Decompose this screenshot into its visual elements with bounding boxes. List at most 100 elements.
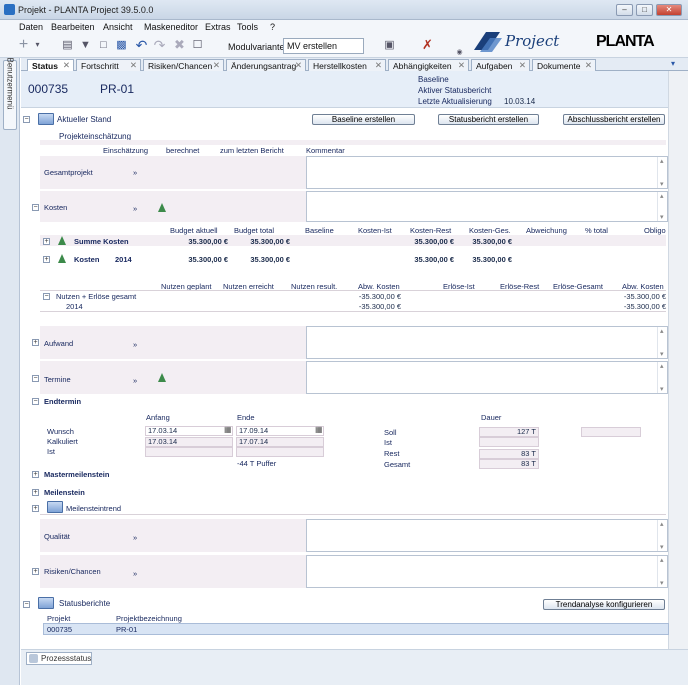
- dates-comment-field[interactable]: [306, 361, 668, 394]
- actual-start-field: [145, 447, 233, 457]
- menu-daten[interactable]: Daten: [19, 22, 43, 32]
- risks-comment-field[interactable]: [306, 555, 668, 588]
- collapse-benefit-icon[interactable]: −: [43, 293, 50, 300]
- tab-herstellkosten[interactable]: Herstellkosten ✕: [308, 59, 386, 71]
- module-variant-label: Modulvariante:: [228, 42, 288, 52]
- collapse-current-icon[interactable]: −: [23, 116, 30, 123]
- benefit-divider-bottom: [40, 311, 666, 312]
- costs-arrow[interactable]: »: [133, 204, 137, 213]
- expand-costs-icon[interactable]: +: [43, 256, 50, 263]
- col-project-name: Projektbezeichnung: [116, 614, 182, 623]
- tab-status[interactable]: Status ✕: [27, 59, 74, 71]
- risks-title: Risiken/Chancen: [44, 567, 101, 576]
- menu-extras[interactable]: Extras: [205, 22, 231, 32]
- create-baseline-button[interactable]: Baseline erstellen: [312, 114, 415, 125]
- collapse-enddate-icon[interactable]: −: [32, 398, 39, 405]
- comment-scroll[interactable]: [657, 362, 667, 393]
- col-duration: Dauer: [481, 413, 502, 422]
- window-title: Projekt - PLANTA Project 39.5.0.0: [18, 5, 154, 15]
- menu-help[interactable]: ?: [270, 22, 275, 32]
- add-icon[interactable]: +: [16, 37, 31, 53]
- preview-icon[interactable]: ☐: [190, 38, 205, 52]
- tab-label: Änderungsantrag: [231, 61, 297, 71]
- expand-trend-icon[interactable]: +: [32, 505, 39, 512]
- module-variant-input[interactable]: MV erstellen: [283, 38, 364, 54]
- configure-trend-button[interactable]: Trendanalyse konfigurieren: [543, 599, 665, 610]
- col-deviation: Abweichung: [526, 226, 567, 235]
- expand-effort-icon[interactable]: +: [32, 339, 39, 346]
- tab-label: Status: [32, 61, 58, 71]
- quality-arrow[interactable]: »: [133, 533, 137, 542]
- collapse-costs-icon[interactable]: −: [32, 204, 39, 211]
- new-doc-icon[interactable]: □: [96, 38, 111, 52]
- print-icon[interactable]: ▩: [114, 38, 129, 52]
- comment-scroll[interactable]: [657, 520, 667, 551]
- comment-scroll[interactable]: [657, 556, 667, 587]
- calendar-icon[interactable]: ▦: [315, 425, 323, 434]
- effort-arrow[interactable]: »: [133, 340, 137, 349]
- close-tab-icon[interactable]: ✕: [213, 60, 220, 71]
- close-tab-icon[interactable]: ✕: [458, 60, 465, 71]
- comment-scroll[interactable]: [657, 192, 667, 221]
- wish-end-field[interactable]: 17.09.14: [236, 426, 324, 436]
- wish-start-field[interactable]: 17.03.14: [145, 426, 233, 436]
- tab-abhaengigkeiten[interactable]: Abhängigkeiten ✕: [388, 59, 469, 71]
- expand-milestone-icon[interactable]: +: [32, 489, 39, 496]
- calendar-icon[interactable]: ▦: [224, 425, 232, 434]
- minimize-button[interactable]: –: [616, 4, 633, 16]
- collapse-dates-icon[interactable]: −: [32, 375, 39, 382]
- expand-master-milestone-icon[interactable]: +: [32, 471, 39, 478]
- close-tab-icon[interactable]: ✕: [375, 60, 382, 71]
- menu-maskeneditor[interactable]: Maskeneditor: [144, 22, 198, 32]
- tab-label: Herstellkosten: [313, 61, 367, 71]
- window-icon[interactable]: ▣: [382, 38, 397, 52]
- create-status-report-button[interactable]: Statusbericht erstellen: [438, 114, 539, 125]
- total-value: 83 T: [479, 459, 539, 469]
- close-tab-icon[interactable]: ✕: [585, 60, 592, 71]
- calculated-start-field: 17.03.14: [145, 437, 233, 447]
- close-tab-icon[interactable]: ✕: [130, 60, 137, 71]
- dropdown-arrow-icon[interactable]: ▾: [30, 38, 45, 52]
- expand-risks-icon[interactable]: +: [32, 568, 39, 575]
- benefit-divider: [40, 290, 666, 291]
- save-icon[interactable]: ▤: [60, 38, 75, 52]
- maximize-button[interactable]: □: [636, 4, 653, 16]
- delete-icon[interactable]: ✖: [172, 38, 187, 52]
- project-id: 000735: [28, 82, 69, 96]
- risks-arrow[interactable]: »: [133, 569, 137, 578]
- tab-risiken[interactable]: Risiken/Chancen ✕: [143, 59, 224, 71]
- tools-icon[interactable]: ✗: [420, 38, 435, 52]
- menu-bearbeiten[interactable]: Bearbeiten: [51, 22, 95, 32]
- close-button[interactable]: ✕: [656, 4, 682, 16]
- create-final-report-button[interactable]: Abschlussbericht erstellen: [563, 114, 665, 125]
- comment-scroll[interactable]: [657, 157, 667, 188]
- undo-icon[interactable]: ↶: [134, 38, 149, 52]
- overall-comment-field[interactable]: [306, 156, 668, 189]
- tab-aenderungsantrag[interactable]: Änderungsantrag ✕: [226, 59, 306, 71]
- tab-menu-icon[interactable]: ▾: [671, 59, 675, 68]
- comment-scroll[interactable]: [657, 327, 667, 358]
- close-tab-icon[interactable]: ✕: [295, 60, 302, 71]
- menu-tools[interactable]: Tools: [237, 22, 258, 32]
- tab-dokumente[interactable]: Dokumente ✕: [532, 59, 596, 71]
- filter-icon[interactable]: ▼: [78, 38, 93, 52]
- overall-arrow[interactable]: »: [133, 168, 137, 177]
- collapse-reports-icon[interactable]: −: [23, 601, 30, 608]
- col-start: Anfang: [146, 413, 170, 422]
- redo-icon[interactable]: ↷: [152, 38, 167, 52]
- tab-fortschritt[interactable]: Fortschritt ✕: [76, 59, 141, 71]
- effort-comment-field[interactable]: [306, 326, 668, 359]
- close-tab-icon[interactable]: ✕: [63, 60, 70, 71]
- benefit-year-deviation: -35.300,00 €: [358, 302, 401, 311]
- vertical-scrollbar[interactable]: [668, 71, 688, 649]
- close-tab-icon[interactable]: ✕: [519, 60, 526, 71]
- costs-comment-field[interactable]: [306, 191, 668, 222]
- tab-label: Abhängigkeiten: [393, 61, 452, 71]
- benefit-total-deviation-2: -35.300,00 €: [623, 292, 666, 301]
- expand-sum-icon[interactable]: +: [43, 238, 50, 245]
- duration-extra-field: [581, 427, 641, 437]
- quality-comment-field[interactable]: [306, 519, 668, 552]
- menu-ansicht[interactable]: Ansicht: [103, 22, 133, 32]
- tab-aufgaben[interactable]: Aufgaben ✕: [471, 59, 530, 71]
- dates-arrow[interactable]: »: [133, 376, 137, 385]
